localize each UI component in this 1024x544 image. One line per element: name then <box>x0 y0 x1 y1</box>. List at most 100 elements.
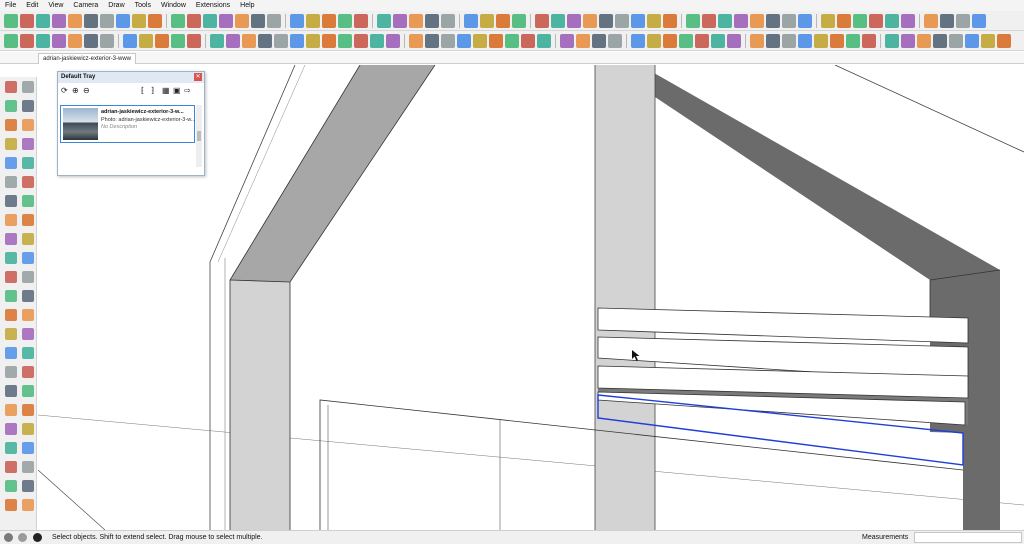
toolbar-tool-icon[interactable] <box>798 33 812 48</box>
toolbar-tool-icon[interactable] <box>853 13 867 28</box>
toolbar-tool-icon[interactable] <box>535 13 549 28</box>
toolbar-tool-icon[interactable] <box>139 33 153 48</box>
toolbar-tool-icon[interactable] <box>68 13 82 28</box>
left-tool-icon[interactable] <box>5 119 17 131</box>
toolbar-tool-icon[interactable] <box>711 33 725 48</box>
toolbar-tool-icon[interactable] <box>924 13 938 28</box>
left-tool-icon[interactable] <box>22 176 34 188</box>
toolbar-tool-icon[interactable] <box>4 33 18 48</box>
toolbar-tool-icon[interactable] <box>885 33 899 48</box>
menu-file[interactable]: File <box>0 0 21 11</box>
left-tool-icon[interactable] <box>5 271 17 283</box>
left-tool-icon[interactable] <box>22 423 34 435</box>
toolbar-tool-icon[interactable] <box>409 13 423 28</box>
toolbar-tool-icon[interactable] <box>480 13 494 28</box>
tray-scrollbar[interactable] <box>196 105 202 167</box>
user-icon[interactable] <box>33 533 42 542</box>
toolbar-tool-icon[interactable] <box>917 33 931 48</box>
left-tool-icon[interactable] <box>22 119 34 131</box>
left-tool-icon[interactable] <box>22 404 34 416</box>
toolbar-tool-icon[interactable] <box>386 33 400 48</box>
toolbar-tool-icon[interactable] <box>846 33 860 48</box>
toolbar-tool-icon[interactable] <box>750 33 764 48</box>
forward-icon[interactable]: ⇨ <box>184 86 191 96</box>
toolbar-tool-icon[interactable] <box>226 33 240 48</box>
left-tool-icon[interactable] <box>5 309 17 321</box>
toolbar-tool-icon[interactable] <box>251 13 265 28</box>
toolbar-tool-icon[interactable] <box>425 33 439 48</box>
expand-left-icon[interactable]: ⁅ <box>141 86 144 96</box>
toolbar-tool-icon[interactable] <box>338 33 352 48</box>
left-tool-icon[interactable] <box>5 81 17 93</box>
toolbar-tool-icon[interactable] <box>210 33 224 48</box>
toolbar-tool-icon[interactable] <box>727 33 741 48</box>
left-tool-icon[interactable] <box>22 461 34 473</box>
toolbar-tool-icon[interactable] <box>837 13 851 28</box>
left-tool-icon[interactable] <box>22 385 34 397</box>
toolbar-tool-icon[interactable] <box>901 13 915 28</box>
toolbar-tool-icon[interactable] <box>885 13 899 28</box>
toolbar-tool-icon[interactable] <box>686 13 700 28</box>
left-tool-icon[interactable] <box>22 442 34 454</box>
toolbar-tool-icon[interactable] <box>203 13 217 28</box>
left-tool-icon[interactable] <box>5 214 17 226</box>
toolbar-tool-icon[interactable] <box>560 33 574 48</box>
left-tool-icon[interactable] <box>5 138 17 150</box>
toolbar-tool-icon[interactable] <box>489 33 503 48</box>
toolbar-tool-icon[interactable] <box>84 13 98 28</box>
credits-icon[interactable] <box>18 533 27 542</box>
left-tool-icon[interactable] <box>22 271 34 283</box>
toolbar-tool-icon[interactable] <box>702 13 716 28</box>
menu-view[interactable]: View <box>43 0 68 11</box>
toolbar-tool-icon[interactable] <box>132 13 146 28</box>
measurements-input[interactable] <box>914 532 1022 543</box>
toolbar-tool-icon[interactable] <box>322 13 336 28</box>
toolbar-tool-icon[interactable] <box>647 13 661 28</box>
toolbar-tool-icon[interactable] <box>940 13 954 28</box>
toolbar-tool-icon[interactable] <box>814 33 828 48</box>
left-tool-icon[interactable] <box>5 442 17 454</box>
left-tool-icon[interactable] <box>22 157 34 169</box>
left-tool-icon[interactable] <box>5 100 17 112</box>
left-tool-icon[interactable] <box>22 309 34 321</box>
left-tool-icon[interactable] <box>5 404 17 416</box>
left-tool-icon[interactable] <box>5 233 17 245</box>
toolbar-tool-icon[interactable] <box>441 13 455 28</box>
toolbar-tool-icon[interactable] <box>631 13 645 28</box>
toolbar-tool-icon[interactable] <box>290 13 304 28</box>
left-tool-icon[interactable] <box>22 480 34 492</box>
toolbar-tool-icon[interactable] <box>965 33 979 48</box>
toolbar-tool-icon[interactable] <box>576 33 590 48</box>
left-tool-icon[interactable] <box>22 499 34 511</box>
left-tool-icon[interactable] <box>22 366 34 378</box>
toolbar-tool-icon[interactable] <box>734 13 748 28</box>
toolbar-tool-icon[interactable] <box>521 33 535 48</box>
menu-tools[interactable]: Tools <box>130 0 156 11</box>
toolbar-tool-icon[interactable] <box>267 13 281 28</box>
toolbar-tool-icon[interactable] <box>537 33 551 48</box>
toolbar-tool-icon[interactable] <box>409 33 423 48</box>
toolbar-tool-icon[interactable] <box>766 13 780 28</box>
toolbar-tool-icon[interactable] <box>615 13 629 28</box>
toolbar-tool-icon[interactable] <box>393 13 407 28</box>
photo-item-card[interactable]: adrian-jaskiewicz-exterior-3-w... Photo:… <box>60 105 195 143</box>
toolbar-tool-icon[interactable] <box>425 13 439 28</box>
left-tool-icon[interactable] <box>22 100 34 112</box>
toolbar-tool-icon[interactable] <box>457 33 471 48</box>
add-icon[interactable]: ⊕ <box>72 86 79 96</box>
left-tool-icon[interactable] <box>22 328 34 340</box>
toolbar-tool-icon[interactable] <box>4 13 18 28</box>
toolbar-tool-icon[interactable] <box>583 13 597 28</box>
refresh-icon[interactable]: ⟳ <box>61 86 68 96</box>
left-tool-icon[interactable] <box>5 385 17 397</box>
menu-edit[interactable]: Edit <box>21 0 43 11</box>
toolbar-tool-icon[interactable] <box>551 13 565 28</box>
toolbar-tool-icon[interactable] <box>599 13 613 28</box>
toolbar-tool-icon[interactable] <box>869 13 883 28</box>
toolbar-tool-icon[interactable] <box>100 13 114 28</box>
toolbar-tool-icon[interactable] <box>933 33 947 48</box>
tray-title[interactable]: Default Tray <box>58 72 204 83</box>
toolbar-tool-icon[interactable] <box>290 33 304 48</box>
toolbar-tool-icon[interactable] <box>679 33 693 48</box>
toolbar-tool-icon[interactable] <box>567 13 581 28</box>
